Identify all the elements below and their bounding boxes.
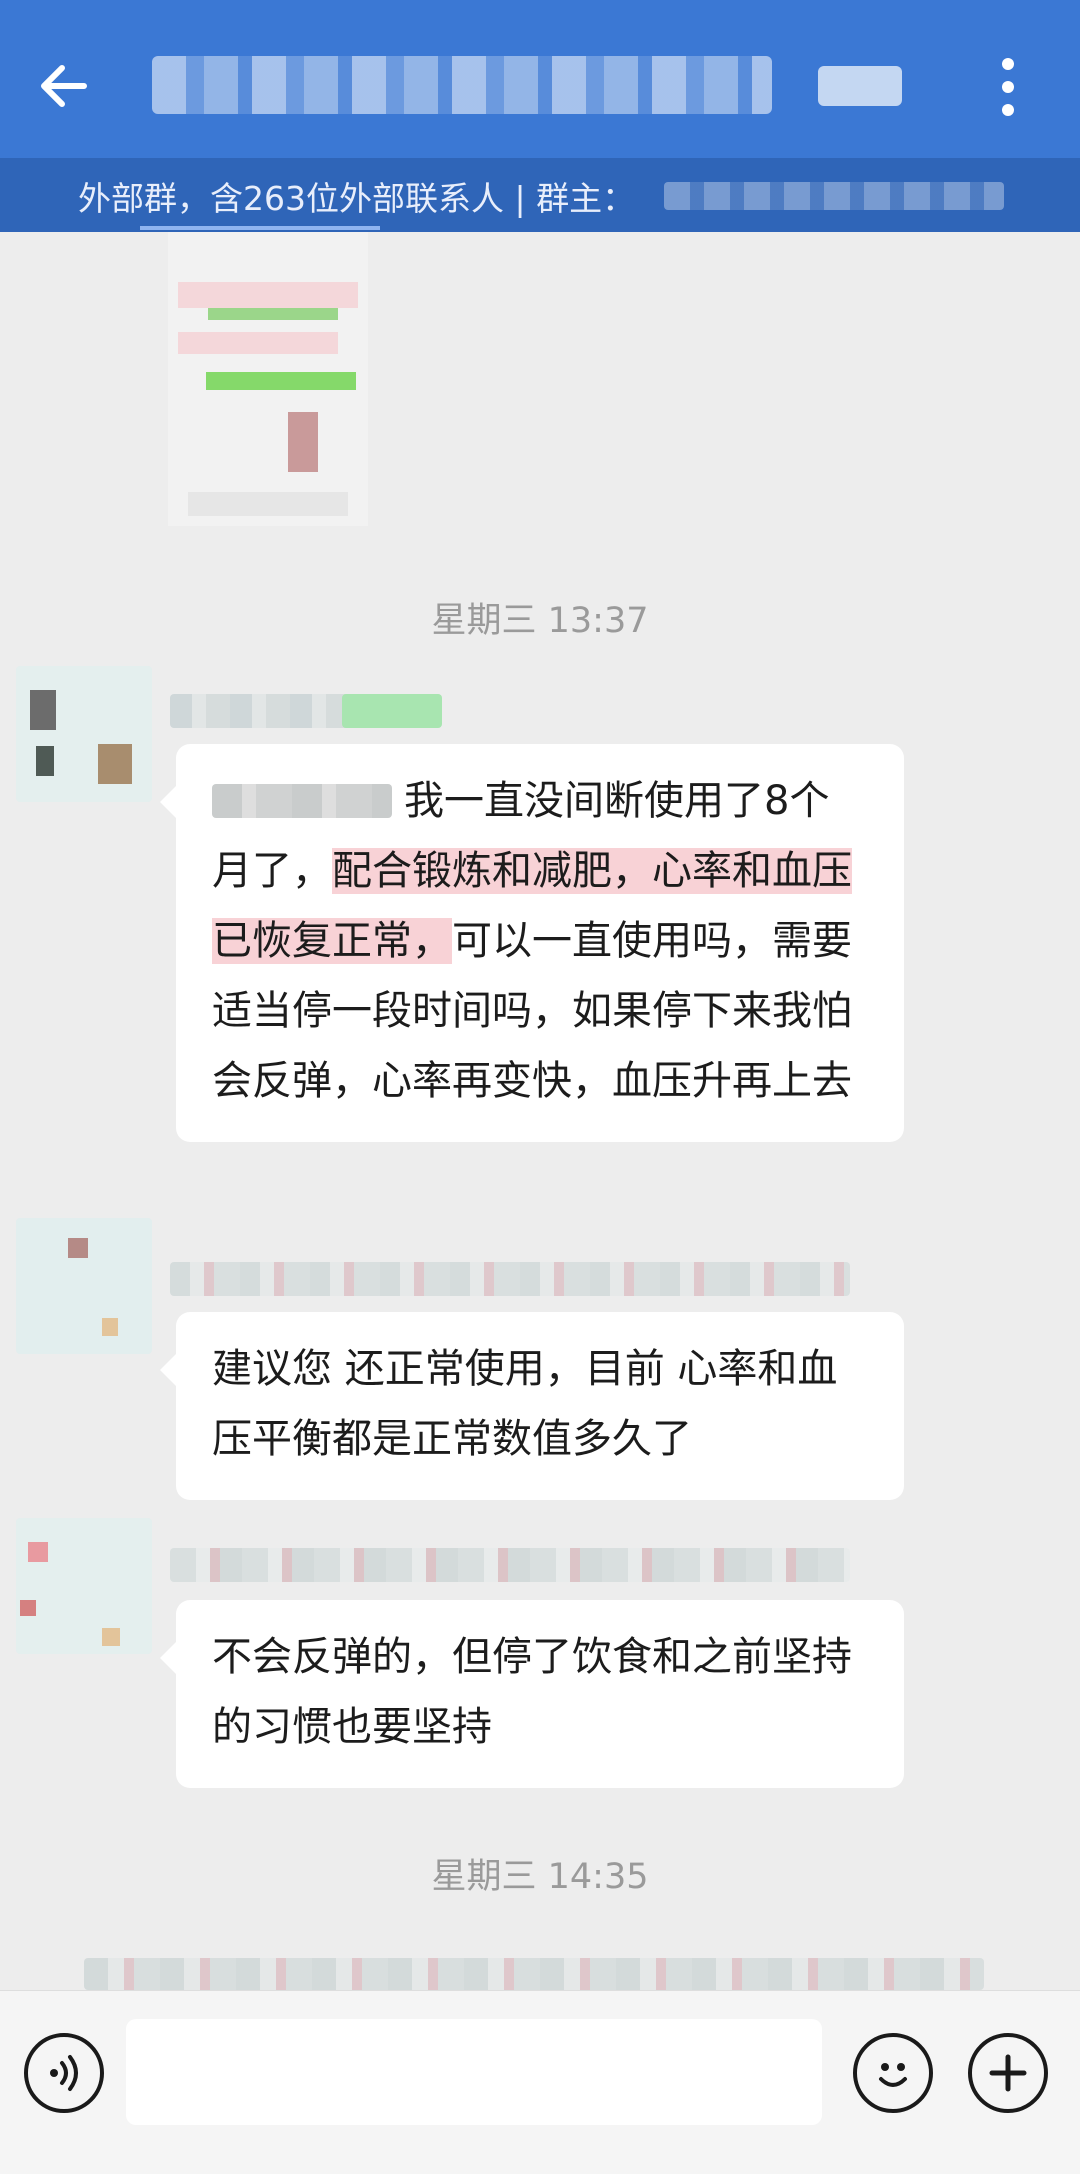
chat-header: [0, 0, 1080, 158]
sender-name: [170, 1262, 850, 1296]
chat-title: [152, 56, 772, 114]
sender-name: [170, 1548, 850, 1582]
message-input[interactable]: [126, 2019, 822, 2125]
back-button[interactable]: [28, 50, 100, 122]
message-text: 建议您 还正常使用，目前 心率和血压平衡都是正常数值多久了: [212, 1346, 838, 1462]
voice-icon: [50, 2055, 78, 2091]
back-arrow-icon: [41, 65, 87, 107]
avatar[interactable]: [16, 1218, 152, 1354]
emoji-icon: [879, 2063, 907, 2087]
mention-tag: [212, 784, 392, 818]
plus-icon: [989, 2054, 1027, 2092]
info-underline: [140, 226, 380, 230]
message-bubble[interactable]: 不会反弹的，但停了饮食和之前坚持的习惯也要坚持: [160, 1600, 904, 1788]
group-owner-name: [664, 182, 1004, 210]
member-count-badge: [818, 66, 902, 106]
message-bubble[interactable]: 建议您 还正常使用，目前 心率和血压平衡都是正常数值多久了: [160, 1312, 904, 1500]
sender-name: [170, 694, 442, 728]
more-vertical-icon: [1002, 58, 1014, 70]
avatar[interactable]: [16, 1518, 152, 1654]
message-bubble[interactable]: 我一直没间断使用了8个月了，配合锻炼和减肥，心率和血压已恢复正常，可以一直使用吗…: [160, 744, 904, 1142]
more-actions-button[interactable]: [968, 2033, 1048, 2113]
composer-bar: [0, 1990, 1080, 2174]
group-info-bar[interactable]: 外部群，含263位外部联系人 | 群主：: [0, 158, 1080, 232]
time-divider: 星期三 13:37: [431, 601, 649, 641]
sender-name: [84, 1958, 984, 1990]
more-options-button[interactable]: [986, 52, 1030, 122]
group-info-text: 外部群，含263位外部联系人 | 群主：: [78, 179, 636, 218]
image-message[interactable]: [168, 232, 368, 526]
emoji-button[interactable]: [853, 2033, 933, 2113]
time-divider: 星期三 14:35: [431, 1857, 649, 1897]
voice-button[interactable]: [24, 2033, 104, 2113]
message-text: 不会反弹的，但停了饮食和之前坚持的习惯也要坚持: [212, 1634, 852, 1750]
avatar[interactable]: [16, 666, 152, 802]
